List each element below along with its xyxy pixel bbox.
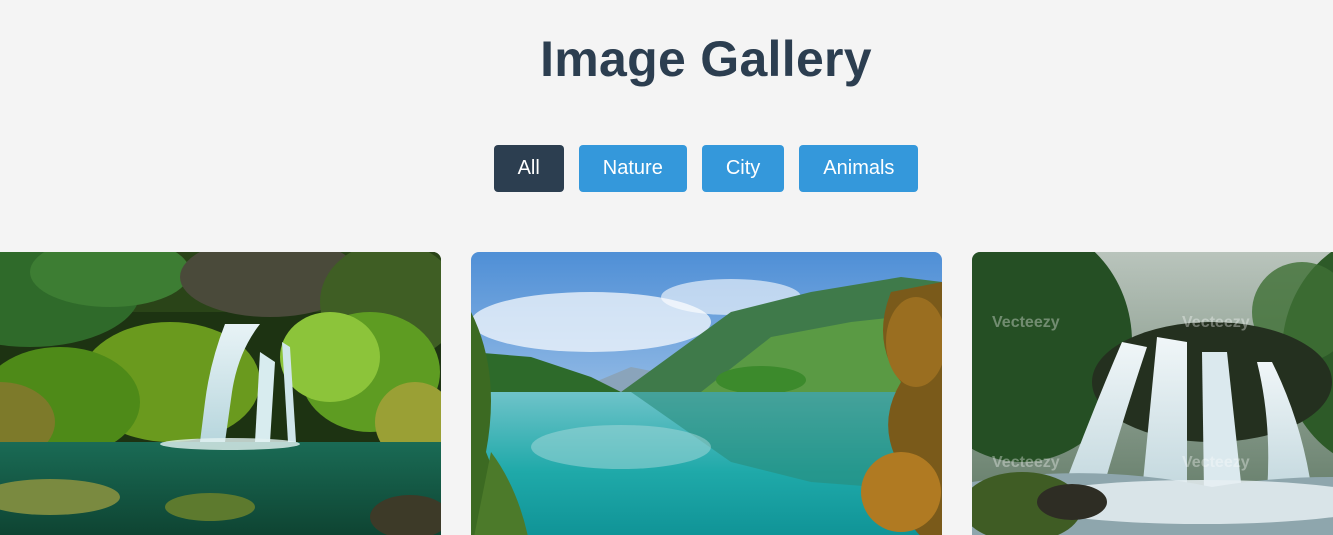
svg-text:Vecteezy: Vecteezy: [1182, 454, 1250, 471]
gallery-image-forest-waterfall[interactable]: Vecteezy Vecteezy Vecteezy Vecteezy: [972, 252, 1333, 535]
filter-all-button[interactable]: All: [493, 145, 564, 192]
page-title: Image Gallery: [540, 31, 872, 87]
waterfall-photo: [0, 252, 441, 535]
gallery-image-waterfall[interactable]: [0, 252, 441, 535]
filter-animals-button[interactable]: Animals: [799, 145, 919, 192]
filter-city-button[interactable]: City: [701, 145, 785, 192]
image-grid: Vecteezy Vecteezy Vecteezy Vecteezy: [0, 252, 1333, 535]
svg-text:Vecteezy: Vecteezy: [992, 454, 1060, 471]
svg-text:Vecteezy: Vecteezy: [992, 314, 1060, 331]
lake-photo: [471, 252, 942, 535]
filter-nature-button[interactable]: Nature: [578, 145, 687, 192]
svg-text:Vecteezy: Vecteezy: [1182, 314, 1250, 331]
filter-bar: All Nature City Animals: [0, 145, 1333, 192]
gallery-image-lake[interactable]: [471, 252, 942, 535]
forest-waterfall-photo: Vecteezy Vecteezy Vecteezy Vecteezy: [972, 252, 1333, 535]
gallery-page: Image Gallery All Nature City Animals Ve…: [0, 0, 1333, 535]
